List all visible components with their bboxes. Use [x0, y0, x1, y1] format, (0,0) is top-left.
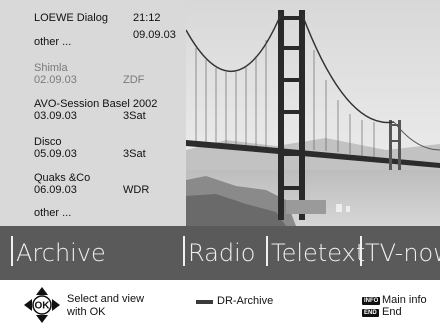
entry-date: 05.09.03 [34, 148, 77, 160]
loewe-dialog-screen: LOEWE Dialog 21:12 09.09.03 other ... Sh… [0, 0, 440, 329]
entry-title: Shimla [34, 62, 68, 74]
info-key-icon: INFO [362, 297, 381, 305]
tab-label: TV-now [365, 239, 440, 267]
tab-separator [360, 236, 362, 266]
entry-title: Quaks &Co [34, 172, 91, 184]
clock-time: 21:12 [133, 12, 161, 24]
dr-archive-button-icon [196, 300, 213, 304]
golden-gate-bridge-photo [186, 0, 440, 226]
preview-image [186, 0, 440, 226]
tab-label: Teletext [271, 239, 366, 267]
ok-label: OK [35, 301, 51, 312]
tab-separator [11, 236, 13, 266]
entry-channel: ZDF [123, 74, 145, 86]
tab-archive[interactable]: Archive [11, 234, 106, 272]
entry-title: Disco [34, 136, 62, 148]
entry-date: 06.09.03 [34, 184, 77, 196]
help-bar: OK Select and view with OK DR-Archive IN… [0, 280, 440, 329]
tab-radio[interactable]: Radio [183, 234, 255, 272]
tab-label: Radio [188, 239, 256, 267]
entry-date: 03.09.03 [34, 110, 77, 122]
select-hint-line1: Select and view [67, 293, 145, 305]
tab-tv-now[interactable]: TV-now [360, 234, 440, 272]
entry-channel: WDR [123, 184, 150, 196]
dr-archive-label[interactable]: DR-Archive [217, 295, 273, 308]
entry-channel: 3Sat [123, 110, 146, 122]
tab-label: Archive [16, 239, 106, 267]
select-hint-line2: with OK [67, 306, 106, 318]
list-item[interactable]: Shimla 02.09.03 ZDF [34, 62, 184, 86]
tab-separator [183, 236, 185, 266]
entry-channel: 3Sat [123, 148, 146, 160]
list-item[interactable]: Quaks &Co 06.09.03 WDR [34, 172, 184, 196]
menu-bar: Archive Radio Teletext TV-now [0, 226, 440, 280]
entry-date: 02.09.03 [34, 74, 77, 86]
select-hint: Select and view with OK [67, 293, 177, 319]
end-key-icon: END [362, 309, 379, 317]
end-label[interactable]: End [382, 306, 402, 319]
ok-navigation-pad-icon: OK [24, 287, 60, 323]
entry-title: AVO-Session Basel 2002 [34, 98, 158, 110]
current-date: 09.09.03 [133, 29, 176, 41]
other-link-top[interactable]: other ... [34, 36, 71, 48]
app-title: LOEWE Dialog [34, 12, 108, 24]
tab-separator [266, 236, 268, 266]
tab-teletext[interactable]: Teletext [266, 234, 365, 272]
list-item[interactable]: AVO-Session Basel 2002 03.09.03 3Sat [34, 98, 184, 122]
other-link-bottom[interactable]: other ... [34, 207, 71, 219]
list-item[interactable]: Disco 05.09.03 3Sat [34, 136, 184, 160]
archive-list-panel: LOEWE Dialog 21:12 09.09.03 other ... Sh… [0, 0, 186, 226]
